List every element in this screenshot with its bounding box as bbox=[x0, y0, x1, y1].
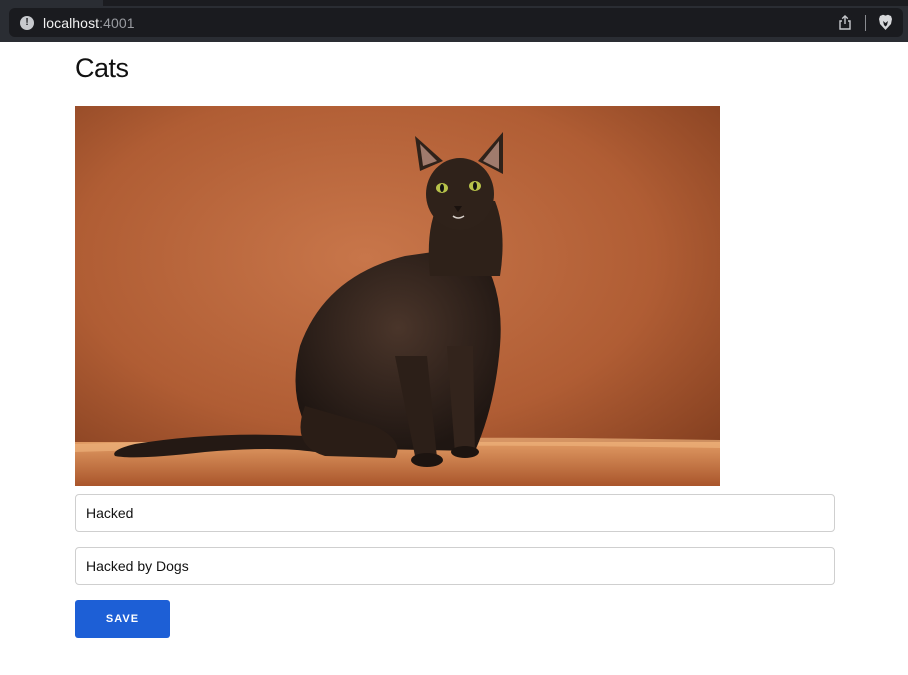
page-content: Cats Hacked Hacked by Dogs SAVE bbox=[0, 42, 908, 675]
address-bar[interactable]: ! localhost:4001 bbox=[9, 8, 903, 37]
page-title: Cats bbox=[75, 53, 129, 83]
info-icon[interactable]: ! bbox=[20, 15, 34, 30]
url-port: :4001 bbox=[99, 14, 135, 31]
share-icon[interactable] bbox=[837, 15, 853, 31]
toolbar-separator bbox=[865, 14, 866, 31]
url-host: localhost bbox=[43, 14, 100, 31]
save-button[interactable]: SAVE bbox=[75, 600, 170, 638]
brave-lion-icon[interactable] bbox=[877, 14, 893, 31]
cat-photo bbox=[75, 106, 720, 486]
active-tab[interactable] bbox=[0, 0, 103, 6]
tab-strip bbox=[0, 0, 908, 6]
browser-toolbar: ! localhost:4001 bbox=[0, 0, 908, 42]
url-text[interactable]: localhost:4001 bbox=[43, 15, 135, 31]
description-input[interactable] bbox=[75, 547, 835, 585]
address-bar-actions bbox=[837, 8, 893, 37]
title-input[interactable] bbox=[75, 494, 835, 532]
